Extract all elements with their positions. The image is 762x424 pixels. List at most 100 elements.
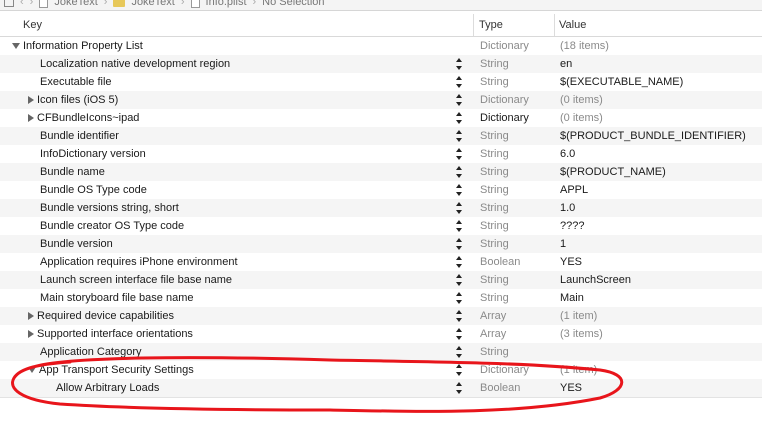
key-picker-stepper-icon[interactable]	[455, 346, 463, 358]
table-row[interactable]: Icon files (iOS 5) Dictionary (0 items)	[0, 91, 762, 109]
table-row[interactable]: Allow Arbitrary Loads Boolean YES	[0, 379, 762, 397]
disclosure-triangle-expanded-icon[interactable]	[28, 367, 36, 374]
row-value-cell[interactable]: LaunchScreen	[560, 271, 631, 289]
row-value-cell[interactable]: 6.0	[560, 145, 575, 163]
row-value-cell[interactable]: Main	[560, 289, 584, 307]
row-key-cell[interactable]: Supported interface orientations	[28, 325, 450, 343]
row-key-cell[interactable]: Launch screen interface file base name	[28, 271, 462, 289]
key-column-header[interactable]: Key	[23, 19, 42, 31]
row-value-cell[interactable]: (0 items)	[560, 109, 603, 127]
disclosure-triangle-collapsed-icon[interactable]	[28, 114, 34, 123]
row-type-cell[interactable]: Dictionary	[480, 37, 529, 55]
row-key-cell[interactable]: Bundle OS Type code	[28, 181, 462, 199]
disclosure-triangle-collapsed-icon[interactable]	[28, 96, 34, 105]
table-row[interactable]: Launch screen interface file base name St…	[0, 271, 762, 289]
key-picker-stepper-icon[interactable]	[455, 292, 463, 304]
key-picker-stepper-icon[interactable]	[455, 310, 463, 322]
row-value-cell[interactable]: (1 item)	[560, 307, 597, 325]
breadcrumb-selection[interactable]: No Selection	[262, 0, 324, 8]
table-row[interactable]: Executable file String $(EXECUTABLE_NAME)	[0, 73, 762, 91]
row-value-cell[interactable]: (3 items)	[560, 325, 603, 343]
row-type-cell[interactable]: String	[480, 199, 509, 217]
row-type-cell[interactable]: String	[480, 181, 509, 199]
row-key-cell[interactable]: Bundle name	[28, 163, 462, 181]
row-value-cell[interactable]: $(PRODUCT_BUNDLE_IDENTIFIER)	[560, 127, 746, 145]
grid-icon[interactable]	[4, 0, 14, 7]
row-type-cell[interactable]: String	[480, 289, 509, 307]
back-chevron-icon[interactable]: ‹	[20, 0, 24, 8]
table-row[interactable]: Application Category String	[0, 343, 762, 361]
key-picker-stepper-icon[interactable]	[455, 202, 463, 214]
row-key-cell[interactable]: Required device capabilities	[28, 307, 450, 325]
forward-chevron-icon[interactable]: ›	[30, 0, 34, 8]
breadcrumb-project[interactable]: JokeText	[54, 0, 97, 8]
row-value-cell[interactable]: 1.0	[560, 199, 575, 217]
key-picker-stepper-icon[interactable]	[455, 328, 463, 340]
row-key-cell[interactable]: Application Category	[28, 343, 462, 361]
row-type-cell[interactable]: String	[480, 163, 509, 181]
row-type-cell[interactable]: String	[480, 235, 509, 253]
row-value-cell[interactable]: (0 items)	[560, 91, 603, 109]
row-value-cell[interactable]: (1 item)	[560, 361, 597, 379]
row-type-cell[interactable]: Array	[480, 325, 506, 343]
table-row[interactable]: Bundle identifier String $(PRODUCT_BUNDLE_…	[0, 127, 762, 145]
row-value-cell[interactable]: $(EXECUTABLE_NAME)	[560, 73, 683, 91]
row-type-cell[interactable]: String	[480, 127, 509, 145]
row-type-cell[interactable]: String	[480, 145, 509, 163]
row-key-cell[interactable]: App Transport Security Settings	[28, 361, 450, 379]
table-row[interactable]: CFBundleIcons~ipad Dictionary (0 items)	[0, 109, 762, 127]
row-key-cell[interactable]: Main storyboard file base name	[28, 289, 462, 307]
row-type-cell[interactable]: String	[480, 73, 509, 91]
table-row[interactable]: Bundle versions string, short String 1.0	[0, 199, 762, 217]
row-key-cell[interactable]: Bundle version	[28, 235, 462, 253]
key-picker-stepper-icon[interactable]	[455, 256, 463, 268]
table-row[interactable]: Information Property List Dictionary (18 i…	[0, 37, 762, 55]
row-key-cell[interactable]: Allow Arbitrary Loads	[44, 379, 462, 397]
row-key-cell[interactable]: Localization native development region	[28, 55, 462, 73]
key-picker-stepper-icon[interactable]	[455, 274, 463, 286]
disclosure-triangle-collapsed-icon[interactable]	[28, 312, 34, 321]
row-type-cell[interactable]: Boolean	[480, 253, 520, 271]
key-picker-stepper-icon[interactable]	[455, 220, 463, 232]
table-row[interactable]: Bundle creator OS Type code String????	[0, 217, 762, 235]
key-picker-stepper-icon[interactable]	[455, 382, 463, 394]
row-key-cell[interactable]: InfoDictionary version	[28, 145, 462, 163]
row-type-cell[interactable]: String	[480, 55, 509, 73]
row-type-cell[interactable]: Dictionary	[480, 361, 529, 379]
row-type-cell[interactable]: Boolean	[480, 379, 520, 397]
row-value-cell[interactable]: $(PRODUCT_NAME)	[560, 163, 666, 181]
key-picker-stepper-icon[interactable]	[455, 364, 463, 376]
table-row[interactable]: Required device capabilities Array (1 item…	[0, 307, 762, 325]
disclosure-triangle-expanded-icon[interactable]	[12, 43, 20, 50]
row-value-cell[interactable]: (18 items)	[560, 37, 609, 55]
breadcrumb-group[interactable]: JokeText	[131, 0, 174, 8]
table-row[interactable]: App Transport Security Settings Dictionar…	[0, 361, 762, 379]
key-picker-stepper-icon[interactable]	[455, 94, 463, 106]
value-column-header[interactable]: Value	[559, 19, 586, 31]
row-value-cell[interactable]: APPL	[560, 181, 588, 199]
key-picker-stepper-icon[interactable]	[455, 166, 463, 178]
row-key-cell[interactable]: Bundle creator OS Type code	[28, 217, 462, 235]
row-value-cell[interactable]: YES	[560, 379, 582, 397]
column-divider[interactable]	[554, 14, 555, 36]
row-type-cell[interactable]: String	[480, 217, 509, 235]
table-row[interactable]: Bundle OS Type code String APPL	[0, 181, 762, 199]
row-key-cell[interactable]: CFBundleIcons~ipad	[28, 109, 450, 127]
row-value-cell[interactable]: 1	[560, 235, 566, 253]
key-picker-stepper-icon[interactable]	[455, 148, 463, 160]
key-picker-stepper-icon[interactable]	[455, 130, 463, 142]
row-key-cell[interactable]: Executable file	[28, 73, 462, 91]
row-type-cell[interactable]: Array	[480, 307, 506, 325]
row-type-cell[interactable]: Dictionary	[480, 109, 529, 127]
column-divider[interactable]	[473, 14, 474, 36]
table-row[interactable]: Bundle version String 1	[0, 235, 762, 253]
row-value-cell[interactable]: en	[560, 55, 572, 73]
key-picker-stepper-icon[interactable]	[455, 58, 463, 70]
row-value-cell[interactable]: ????	[560, 217, 584, 235]
table-row[interactable]: Supported interface orientations Array (3 …	[0, 325, 762, 343]
row-key-cell[interactable]: Bundle versions string, short	[28, 199, 462, 217]
row-value-cell[interactable]: YES	[560, 253, 582, 271]
row-type-cell[interactable]: String	[480, 271, 509, 289]
table-row[interactable]: Bundle name String $(PRODUCT_NAME)	[0, 163, 762, 181]
row-key-cell[interactable]: Bundle identifier	[28, 127, 462, 145]
